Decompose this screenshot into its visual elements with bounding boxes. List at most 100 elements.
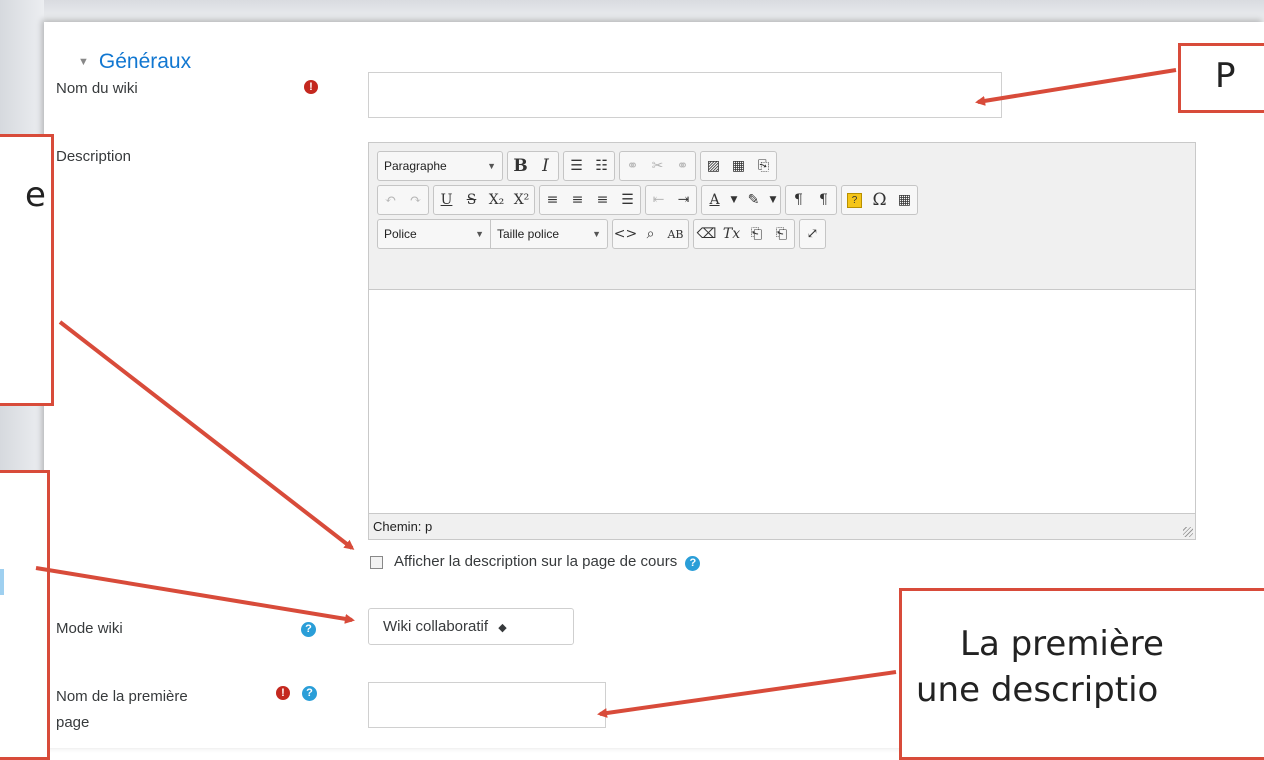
replace-icon[interactable]: AB (663, 220, 688, 248)
first-page-label-line2: page (56, 714, 90, 731)
paragraph-format-label: Paragraphe (384, 159, 447, 173)
image-icon[interactable]: ▨ (701, 152, 726, 180)
font-color-icon[interactable]: A (702, 186, 727, 214)
paste-word-icon[interactable]: ⎗ (769, 220, 794, 248)
numbered-list-icon[interactable]: ☷ (589, 152, 614, 180)
paragraph-format-select[interactable]: Paragraphe ▼ (377, 151, 503, 181)
font-size-label: Taille police (497, 227, 560, 241)
align-left-icon[interactable]: ≡ (540, 186, 565, 214)
help-icon[interactable]: ? (685, 556, 701, 571)
font-family-label: Police (384, 227, 417, 241)
tools-group: <> ⌕ AB (612, 219, 689, 249)
annotation-line-2: une descriptio (916, 670, 1159, 710)
annotation-callout-left-top: e (0, 134, 54, 406)
bold-icon[interactable]: B (508, 152, 533, 180)
help-icon[interactable]: ? (302, 686, 317, 701)
text-decoration-group: U S X₂ X² (433, 185, 535, 215)
editor-path: Chemin: p (373, 519, 433, 534)
text-style-group: B I (507, 151, 559, 181)
indent-icon[interactable]: ⇥ (671, 186, 696, 214)
search-icon[interactable]: ⌕ (638, 220, 663, 248)
wiki-name-label: Nom du wiki (56, 80, 138, 97)
paste-text-icon[interactable]: ⎗ (744, 220, 769, 248)
italic-icon[interactable]: I (533, 152, 558, 180)
link-group: ⚭ ✂ ⚭ (619, 151, 696, 181)
first-page-label-line1: Nom de la première (56, 688, 188, 705)
direction-group: ¶ ¶ (785, 185, 837, 215)
superscript-icon[interactable]: X² (509, 186, 534, 214)
unlink-icon[interactable]: ✂ (645, 152, 670, 180)
show-description-checkbox[interactable] (370, 556, 383, 569)
strikethrough-icon[interactable]: S (459, 186, 484, 214)
font-color-dropdown-icon[interactable]: ▼ (727, 186, 741, 214)
manage-files-icon[interactable]: ⎘ (751, 152, 776, 180)
redo-icon[interactable]: ↷ (403, 186, 428, 214)
cleanup-icon[interactable]: ⌫ (694, 220, 719, 248)
list-group: ☰ ☷ (563, 151, 615, 181)
dropdown-arrow-icon: ▼ (592, 229, 601, 239)
wiki-mode-label: Mode wiki (56, 620, 123, 637)
show-description-label: Afficher la description sur la page de c… (394, 553, 701, 571)
background-color-icon[interactable]: ✎ (741, 186, 766, 214)
clean-group: ⌫ Tx ⎗ ⎗ (693, 219, 795, 249)
toolbar-row-1: Paragraphe ▼ B I ☰ ☷ ⚭ ✂ ⚭ ▨ ▦ ⎘ (377, 151, 777, 181)
align-justify-icon[interactable]: ☰ (615, 186, 640, 214)
align-right-icon[interactable]: ≡ (590, 186, 615, 214)
select-arrows-icon: ◆ (498, 622, 507, 634)
bullet-list-icon[interactable]: ☰ (564, 152, 589, 180)
annotation-line-1: La première (960, 624, 1164, 664)
code-icon[interactable]: <> (613, 220, 638, 248)
dropdown-arrow-icon: ▼ (475, 229, 484, 239)
wiki-mode-value: Wiki collaboratif (383, 618, 489, 635)
editor-status-bar: Chemin: p (369, 513, 1195, 539)
section-header-generaux[interactable]: ▼ Généraux (78, 50, 191, 74)
first-page-name-input[interactable] (368, 682, 606, 728)
underline-icon[interactable]: U (434, 186, 459, 214)
special-char-icon[interactable]: Ω (867, 186, 892, 214)
wiki-mode-select[interactable]: Wiki collaboratif ◆ (368, 608, 574, 645)
anchor-link-icon[interactable]: ⚭ (670, 152, 695, 180)
annotation-callout-bottom-right: La première une descriptio (899, 588, 1264, 760)
resize-grip-icon[interactable] (1183, 527, 1193, 537)
rtl-icon[interactable]: ¶ (811, 186, 836, 214)
help-icon[interactable]: ? (842, 186, 867, 214)
help-icon[interactable]: ? (301, 622, 316, 637)
outdent-icon[interactable]: ⇤ (646, 186, 671, 214)
fullscreen-group: ⤢ (799, 219, 826, 249)
media-icon[interactable]: ▦ (726, 152, 751, 180)
align-center-icon[interactable]: ≡ (565, 186, 590, 214)
clear-format-icon[interactable]: Tx (719, 220, 744, 248)
collapse-caret-icon[interactable]: ▼ (78, 56, 89, 68)
subscript-icon[interactable]: X₂ (484, 186, 509, 214)
annotation-callout-left-bottom (0, 470, 50, 760)
description-label: Description (56, 148, 132, 165)
wiki-name-input[interactable] (368, 72, 1002, 118)
table-icon[interactable]: ▦ (892, 186, 917, 214)
required-icon: ! (276, 686, 290, 700)
font-family-select[interactable]: Police ▼ Taille police ▼ (377, 219, 608, 249)
undo-icon[interactable]: ↶ (378, 186, 403, 214)
ltr-icon[interactable]: ¶ (786, 186, 811, 214)
section-title: Généraux (98, 50, 192, 73)
color-group: A ▼ ✎ ▼ (701, 185, 781, 215)
toolbar-row-2: ↶ ↷ U S X₂ X² ≡ ≡ ≡ ☰ ⇤ ⇥ A ▼ ✎ ▼ ¶ ¶ ? … (377, 185, 918, 215)
required-icon: ! (304, 80, 318, 94)
background-color-dropdown-icon[interactable]: ▼ (766, 186, 780, 214)
show-description-text: Afficher la description sur la page de c… (394, 553, 678, 570)
font-size-select[interactable]: Taille police ▼ (490, 220, 607, 248)
indent-group: ⇤ ⇥ (645, 185, 697, 215)
align-group: ≡ ≡ ≡ ☰ (539, 185, 641, 215)
annotation-text-block: La première une descriptio (902, 591, 1264, 713)
first-page-label: Nom de la première page (56, 684, 188, 736)
fullscreen-icon[interactable]: ⤢ (800, 220, 825, 248)
description-editor[interactable]: Paragraphe ▼ B I ☰ ☷ ⚭ ✂ ⚭ ▨ ▦ ⎘ ↶ ↷ U S… (368, 142, 1196, 540)
toolbar-row-3: Police ▼ Taille police ▼ <> ⌕ AB ⌫ Tx ⎗ ⎗ … (377, 219, 826, 249)
link-icon[interactable]: ⚭ (620, 152, 645, 180)
media-group: ▨ ▦ ⎘ (700, 151, 777, 181)
annotation-callout-top-right: P (1178, 43, 1264, 113)
annotation-text: e (25, 175, 46, 215)
sidebar-edge (0, 569, 4, 595)
misc-group: ? Ω ▦ (841, 185, 918, 215)
history-group: ↶ ↷ (377, 185, 429, 215)
annotation-text: P (1215, 56, 1236, 96)
